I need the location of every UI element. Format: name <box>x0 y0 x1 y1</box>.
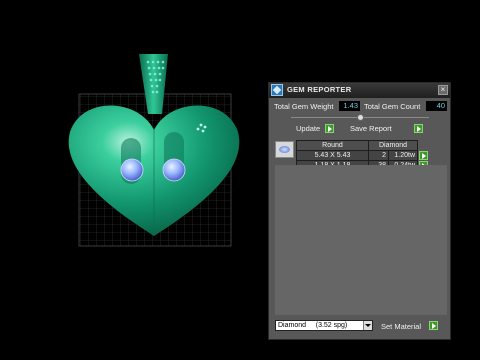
chevron-down-icon[interactable] <box>363 321 372 330</box>
set-material-button[interactable] <box>429 321 438 330</box>
update-button[interactable] <box>325 124 334 133</box>
total-gem-weight-value: 1.43 <box>339 101 360 111</box>
gem-weight: 1.20tw <box>388 150 418 161</box>
panel-titlebar[interactable]: GEM REPORTER × <box>269 83 450 98</box>
close-icon[interactable]: × <box>438 85 448 95</box>
total-gem-weight-label: Total Gem Weight <box>274 102 334 111</box>
gem-list-area <box>275 165 447 315</box>
header-material: Diamond <box>368 140 418 151</box>
table-header-row: Round Diamond <box>296 140 428 151</box>
round-gem-right <box>162 158 186 182</box>
gem-quantity: 2 <box>368 150 389 161</box>
gem-app-icon <box>271 84 283 96</box>
material-dropdown[interactable]: Diamond (3.52 spg) <box>275 320 373 331</box>
update-label: Update <box>296 124 321 133</box>
save-report-button[interactable] <box>414 124 423 133</box>
save-report-label: Save Report <box>350 124 392 133</box>
gem-reporter-panel: GEM REPORTER × Total Gem Weight 1.43 Tot… <box>268 82 451 340</box>
round-gem-icon[interactable] <box>275 141 294 158</box>
total-gem-count-label: Total Gem Count <box>364 102 421 111</box>
divider-handle[interactable] <box>357 114 364 121</box>
row-select-button[interactable] <box>419 150 428 160</box>
header-shape: Round <box>296 140 369 151</box>
round-gem-left <box>120 158 144 182</box>
panel-title: GEM REPORTER <box>287 85 352 94</box>
table-row[interactable]: 5.43 X 5.43 2 1.20tw <box>296 150 428 161</box>
set-material-label: Set Material <box>381 322 422 331</box>
material-value: Diamond (3.52 spg) <box>278 322 348 329</box>
total-gem-count-value: 40 <box>426 101 447 111</box>
gem-size: 5.43 X 5.43 <box>296 150 369 161</box>
